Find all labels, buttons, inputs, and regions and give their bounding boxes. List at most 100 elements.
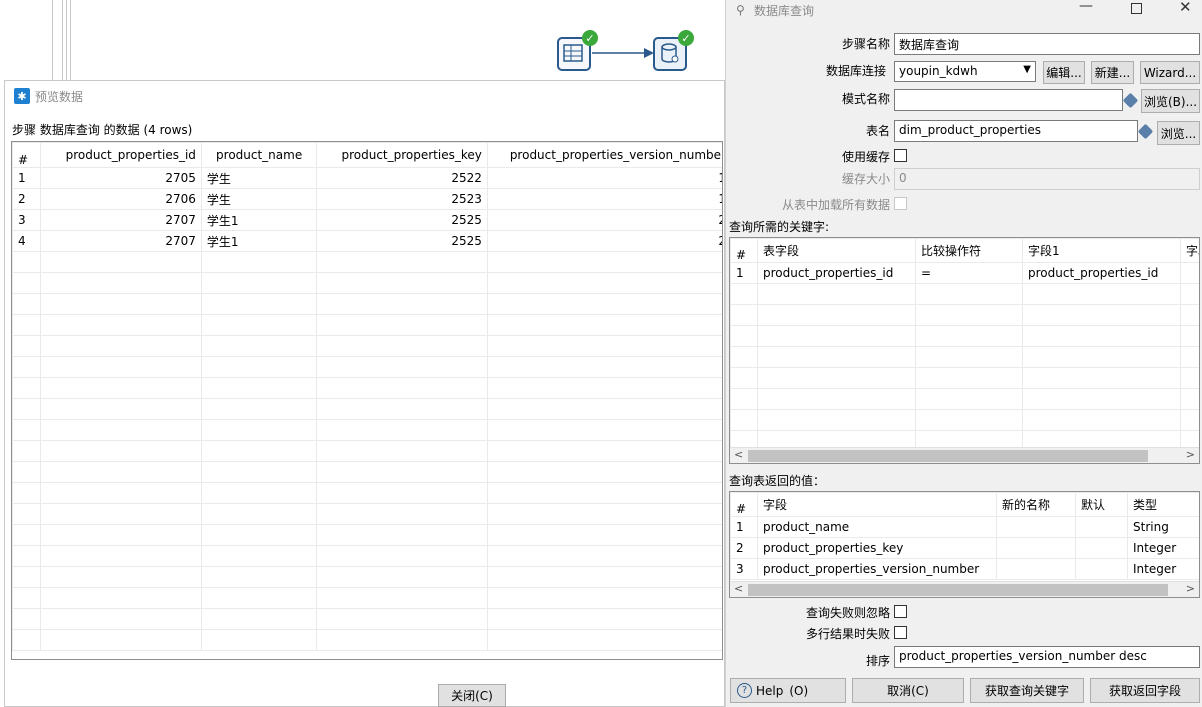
table-cell[interactable]: 2706 [39, 188, 202, 210]
row-number[interactable]: 3 [730, 558, 758, 580]
empty-cell [915, 304, 1023, 326]
column-header[interactable]: 类型 [1127, 492, 1199, 517]
row-number[interactable]: 2 [730, 537, 758, 559]
empty-cell [486, 314, 722, 336]
fail-multi-checkbox[interactable] [894, 626, 907, 639]
fail-on-empty-checkbox[interactable] [894, 605, 907, 618]
table-cell[interactable] [996, 558, 1076, 580]
row-number[interactable]: 1 [730, 262, 758, 284]
table-cell[interactable]: 2523 [316, 188, 488, 210]
row-number[interactable]: 2 [12, 188, 41, 210]
table-cell[interactable]: 2525 [316, 230, 488, 252]
close-icon[interactable]: ✕ [1179, 0, 1192, 16]
column-header[interactable]: 比较操作符 [915, 238, 1023, 263]
column-header[interactable]: # [12, 142, 41, 168]
table-cell[interactable]: String [1127, 516, 1199, 538]
help-button[interactable]: ? Help (O) [730, 678, 846, 703]
table-cell[interactable] [1075, 537, 1128, 559]
minimize-icon[interactable]: — [1079, 0, 1093, 14]
scroll-left-icon[interactable]: < [734, 448, 743, 461]
table-cell[interactable]: product_properties_version_number [757, 558, 997, 580]
hop-arrow-icon[interactable] [592, 46, 654, 60]
table-cell[interactable] [1075, 558, 1128, 580]
column-header[interactable]: # [730, 492, 758, 517]
table-cell[interactable] [1075, 516, 1128, 538]
table-row[interactable]: 42707学生125252 [12, 230, 722, 252]
row-number[interactable]: 1 [730, 516, 758, 538]
row-number[interactable]: 1 [12, 167, 41, 189]
cache-size-field[interactable]: 0 [894, 168, 1200, 190]
table-cell[interactable]: 2707 [39, 230, 202, 252]
table-row[interactable]: 12705学生25221 [12, 167, 722, 189]
row-number[interactable]: 3 [12, 209, 41, 231]
column-header[interactable]: product_properties_version_number [486, 142, 722, 168]
close-button[interactable]: 关闭(C) [438, 684, 506, 707]
step-name-field[interactable]: 数据库查询 [894, 33, 1200, 55]
table-cell[interactable] [1180, 262, 1199, 284]
preview-data-table[interactable]: # product_properties_id product_name produc… [11, 141, 723, 660]
cancel-button[interactable]: 取消(C) [852, 678, 964, 703]
column-header[interactable]: 字段 [757, 492, 997, 517]
return-values-table[interactable]: # 字段 新的名称 默认 类型 1 product_name String 2 product_… [729, 491, 1200, 598]
column-header[interactable]: 新的名称 [996, 492, 1076, 517]
table-cell[interactable]: 学生 [200, 188, 318, 210]
maximize-icon[interactable] [1131, 3, 1142, 14]
schema-field[interactable] [894, 89, 1123, 111]
new-connection-button[interactable]: 新建... [1091, 61, 1134, 84]
column-header[interactable]: product_properties_key [316, 142, 488, 168]
load-all-checkbox[interactable] [894, 197, 907, 210]
use-cache-checkbox[interactable] [894, 149, 907, 162]
table-cell[interactable]: 1 [486, 167, 722, 189]
get-lookup-keys-button[interactable]: 获取查询关键字 [970, 678, 1084, 703]
column-header[interactable]: 表字段 [757, 238, 916, 263]
browse-table-button[interactable]: 浏览... [1157, 121, 1200, 145]
table-cell[interactable]: product_name [757, 516, 997, 538]
wizard-button[interactable]: Wizard... [1140, 61, 1200, 84]
scroll-thumb[interactable] [748, 584, 1168, 596]
scroll-thumb[interactable] [748, 450, 1148, 462]
table-cell[interactable]: Integer [1127, 537, 1199, 559]
table-row[interactable]: 32707学生125252 [12, 209, 722, 231]
column-header[interactable]: 字段 [1180, 238, 1199, 263]
table-cell[interactable]: product_properties_key [757, 537, 997, 559]
table-cell[interactable] [996, 537, 1076, 559]
table-cell[interactable]: = [915, 262, 1023, 284]
table-cell[interactable]: 2 [486, 209, 722, 231]
horizontal-scrollbar[interactable]: < > [730, 581, 1199, 597]
table-cell[interactable]: 2522 [316, 167, 488, 189]
connection-select[interactable]: youpin_kdwh ▼ [894, 61, 1036, 82]
order-field[interactable]: product_properties_version_number desc [894, 646, 1200, 668]
column-header[interactable]: 默认 [1075, 492, 1128, 517]
table-cell[interactable]: 2525 [316, 209, 488, 231]
table-cell[interactable]: 学生1 [200, 209, 318, 231]
table-cell[interactable]: product_properties_id [1022, 262, 1181, 284]
table-cell[interactable]: 学生1 [200, 230, 318, 252]
column-header[interactable]: # [730, 238, 758, 263]
table-row[interactable]: 1 product_name String [730, 516, 1199, 538]
table-row[interactable]: 3 product_properties_version_number Intege… [730, 558, 1199, 580]
table-cell[interactable]: 1 [486, 188, 722, 210]
keys-table[interactable]: #表字段比较操作符字段1字段 1product_properties_id=pr… [729, 237, 1200, 464]
table-row[interactable]: 22706学生25231 [12, 188, 722, 210]
edit-connection-button[interactable]: 编辑... [1043, 61, 1085, 84]
scroll-right-icon[interactable]: > [1186, 582, 1195, 595]
browse-schema-button[interactable]: 浏览(B)... [1141, 89, 1200, 113]
column-header[interactable]: product_name [200, 142, 318, 168]
table-field[interactable]: dim_product_properties [894, 120, 1138, 142]
get-return-fields-button[interactable]: 获取返回字段 [1090, 678, 1200, 703]
table-cell[interactable]: 2 [486, 230, 722, 252]
table-cell[interactable]: Integer [1127, 558, 1199, 580]
scroll-right-icon[interactable]: > [1186, 448, 1195, 461]
table-cell[interactable]: 2707 [39, 209, 202, 231]
row-number[interactable]: 4 [12, 230, 41, 252]
table-cell[interactable]: 2705 [39, 167, 202, 189]
table-row[interactable]: 1 product_properties_id = product_propertie… [730, 262, 1199, 284]
table-cell[interactable]: product_properties_id [757, 262, 916, 284]
scroll-left-icon[interactable]: < [734, 582, 743, 595]
horizontal-scrollbar[interactable]: < > [730, 447, 1199, 463]
table-row[interactable]: 2 product_properties_key Integer [730, 537, 1199, 559]
table-cell[interactable]: 学生 [200, 167, 318, 189]
column-header[interactable]: product_properties_id [39, 142, 202, 168]
column-header[interactable]: 字段1 [1022, 238, 1181, 263]
table-cell[interactable] [996, 516, 1076, 538]
